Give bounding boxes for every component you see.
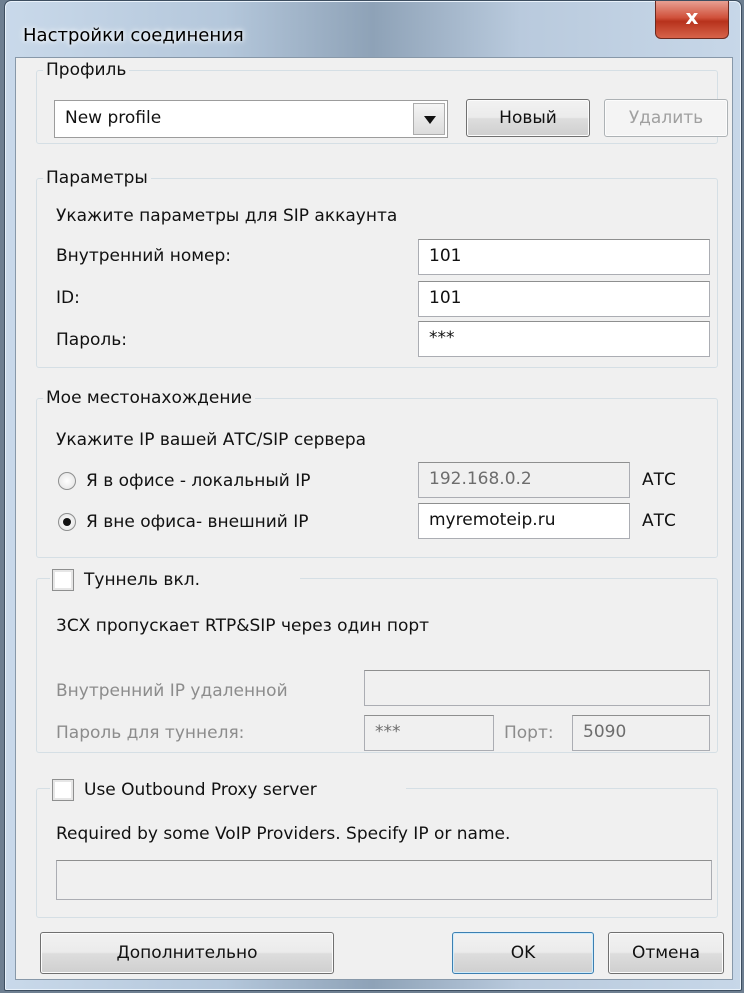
- parameters-hint: Укажите параметры для SIP аккаунта: [56, 206, 398, 226]
- tunnel-remote-ip-label: Внутренний IP удаленной: [56, 681, 288, 701]
- profile-legend: Профиль: [46, 60, 127, 80]
- proxy-checkbox[interactable]: [52, 779, 74, 801]
- id-label: ID:: [56, 288, 80, 308]
- local-ip-radio[interactable]: [58, 472, 76, 490]
- local-ip-input[interactable]: 192.168.0.2: [418, 462, 630, 498]
- remote-ip-suffix: АТС: [642, 511, 676, 531]
- proxy-hint: Required by some VoIP Providers. Specify…: [56, 824, 511, 844]
- dialog-window: Настройки соединения x Профиль New profi…: [4, 0, 742, 991]
- id-input[interactable]: 101: [418, 281, 710, 317]
- cancel-button[interactable]: Отмена: [608, 932, 724, 974]
- password-input[interactable]: ***: [418, 321, 710, 357]
- profile-select-value: New profile: [65, 108, 162, 128]
- close-icon: x: [685, 5, 699, 29]
- tunnel-password-label: Пароль для туннеля:: [56, 723, 245, 743]
- remote-ip-input[interactable]: myremoteip.ru: [418, 503, 630, 539]
- remote-ip-radio[interactable]: [58, 513, 76, 531]
- ok-button[interactable]: OK: [452, 932, 594, 974]
- tunnel-checkbox[interactable]: [52, 569, 74, 591]
- location-legend: Мое местонахождение: [46, 388, 253, 408]
- delete-profile-button[interactable]: Удалить: [604, 99, 728, 137]
- parameters-legend: Параметры: [46, 168, 148, 188]
- tunnel-password-input[interactable]: ***: [364, 715, 494, 751]
- tunnel-port-label: Порт:: [504, 723, 554, 743]
- proxy-legend-area: Use Outbound Proxy server: [50, 778, 406, 802]
- tunnel-port-input[interactable]: 5090: [572, 715, 710, 751]
- local-ip-suffix: АТС: [642, 470, 676, 490]
- tunnel-legend[interactable]: Туннель вкл.: [84, 570, 200, 590]
- profile-select[interactable]: New profile: [54, 100, 448, 138]
- location-hint: Укажите IP вашей АТС/SIP сервера: [56, 430, 367, 450]
- password-label: Пароль:: [56, 330, 128, 350]
- extension-input[interactable]: 101: [418, 239, 710, 275]
- close-button[interactable]: x: [655, 1, 729, 39]
- chevron-down-icon[interactable]: [413, 103, 445, 135]
- advanced-button[interactable]: Дополнительно: [40, 932, 334, 974]
- tunnel-remote-ip-input[interactable]: [364, 670, 710, 706]
- proxy-legend[interactable]: Use Outbound Proxy server: [84, 780, 317, 800]
- tunnel-legend-area: Туннель вкл.: [50, 568, 300, 592]
- window-title: Настройки соединения: [23, 25, 244, 46]
- proxy-input[interactable]: [56, 860, 712, 900]
- new-profile-button[interactable]: Новый: [466, 99, 590, 137]
- local-ip-label[interactable]: Я в офисе - локальный IP: [86, 471, 310, 491]
- extension-label: Внутренний номер:: [56, 246, 232, 266]
- tunnel-hint: 3CX пропускает RTP&SIP через один порт: [56, 616, 430, 636]
- dialog-client-area: Профиль New profile Новый Удалить Параме…: [15, 57, 733, 980]
- remote-ip-label[interactable]: Я вне офиса- внешний IP: [86, 512, 309, 532]
